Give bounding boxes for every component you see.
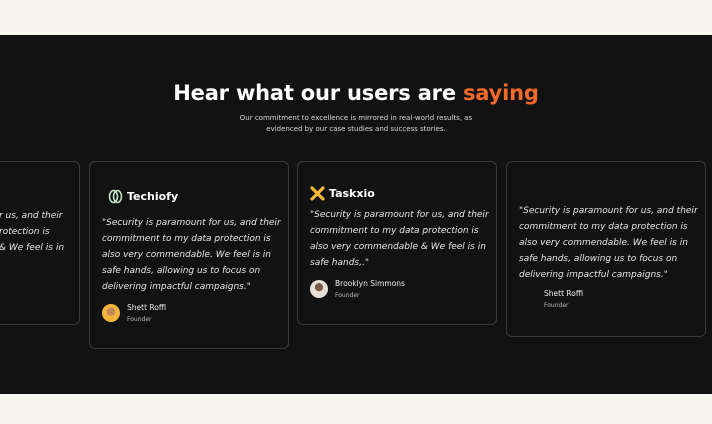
brand-name: Techiofy [127,190,179,203]
author-name: Shett Roffi [544,289,584,298]
testimonial-card: Techiofy "Security is paramount for us, … [89,161,289,349]
techiofy-logo-icon [108,189,123,204]
avatar [102,304,120,322]
author-role: Founder [335,292,360,299]
testimonial-quote: "Security is paramount for us, and their… [102,218,281,292]
testimonial-card: "Security is paramount for us, and their… [506,161,706,337]
testimonial-card: Taskxio "Security is paramount for us, a… [297,161,497,325]
section-title: Hear what our users are saying [173,81,539,105]
avatar [519,290,537,308]
author-name: Brooklyn Simmons [335,279,405,288]
author-name: Shett Roffi [127,303,167,312]
brand-name: Taskxio [329,187,375,200]
testimonial-author: Shett Roffi Founder [102,303,166,323]
testimonial-quote: "Security is paramount for us, and their… [519,206,698,280]
avatar [310,280,328,298]
testimonial-card: r us, and their rotection is & We feel i… [0,161,80,325]
brand-taskxio: Taskxio [310,186,375,201]
testimonial-author: Shett Roffi Founder [519,289,583,309]
section-title-accent: saying [463,81,539,105]
testimonial-author: Brooklyn Simmons Founder [310,279,405,299]
author-role: Founder [544,302,569,309]
testimonial-quote: "Security is paramount for us, and their… [310,210,489,268]
brand-techiofy: Techiofy [108,189,178,204]
author-role: Founder [127,316,152,323]
section-subtitle: Our commitment to excellence is mirrored… [239,114,473,133]
testimonials-section: Hear what our users are saying Our commi… [0,35,712,394]
taskxio-logo-icon [310,186,325,201]
